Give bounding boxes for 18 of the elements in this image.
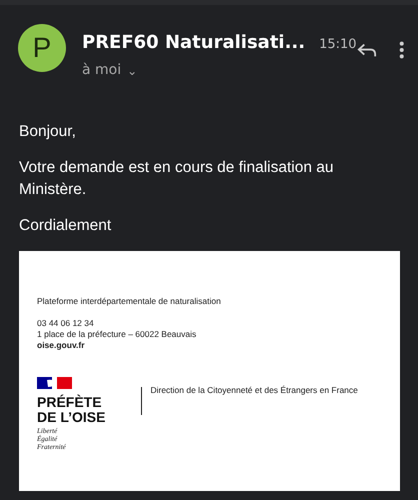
chevron-icon[interactable]: ⌄ [127, 62, 138, 80]
phone-number: 03 44 06 12 34 [37, 318, 95, 329]
menu-icon[interactable] [398, 40, 404, 60]
department-name: Direction de la Citoyenneté et des Étrangers en France [150, 385, 358, 396]
recipient-label[interactable]: à moi [82, 60, 122, 81]
platform-name: Plateforme interdépartementale de naturalisation [37, 296, 222, 307]
message-paragraph: Votre demande est en cours de finalisation au Ministère. [19, 158, 335, 200]
logo-text: DE L’OISE [37, 410, 106, 425]
timestamp: 15:10 [319, 36, 357, 54]
sender-name: PREF60 Naturalisati... [82, 31, 306, 55]
message-paragraph: Cordialement [19, 216, 112, 236]
reply-icon[interactable] [356, 42, 377, 58]
logo-text: PRÉFÈTE [37, 395, 103, 410]
website: oise.gouv.fr [37, 340, 86, 351]
flag-drawing [37, 376, 72, 389]
message-paragraph: Bonjour, [19, 122, 77, 142]
address: 1 place de la préfecture – 60022 Beauvais [37, 329, 198, 340]
avatar[interactable]: P [18, 24, 66, 72]
